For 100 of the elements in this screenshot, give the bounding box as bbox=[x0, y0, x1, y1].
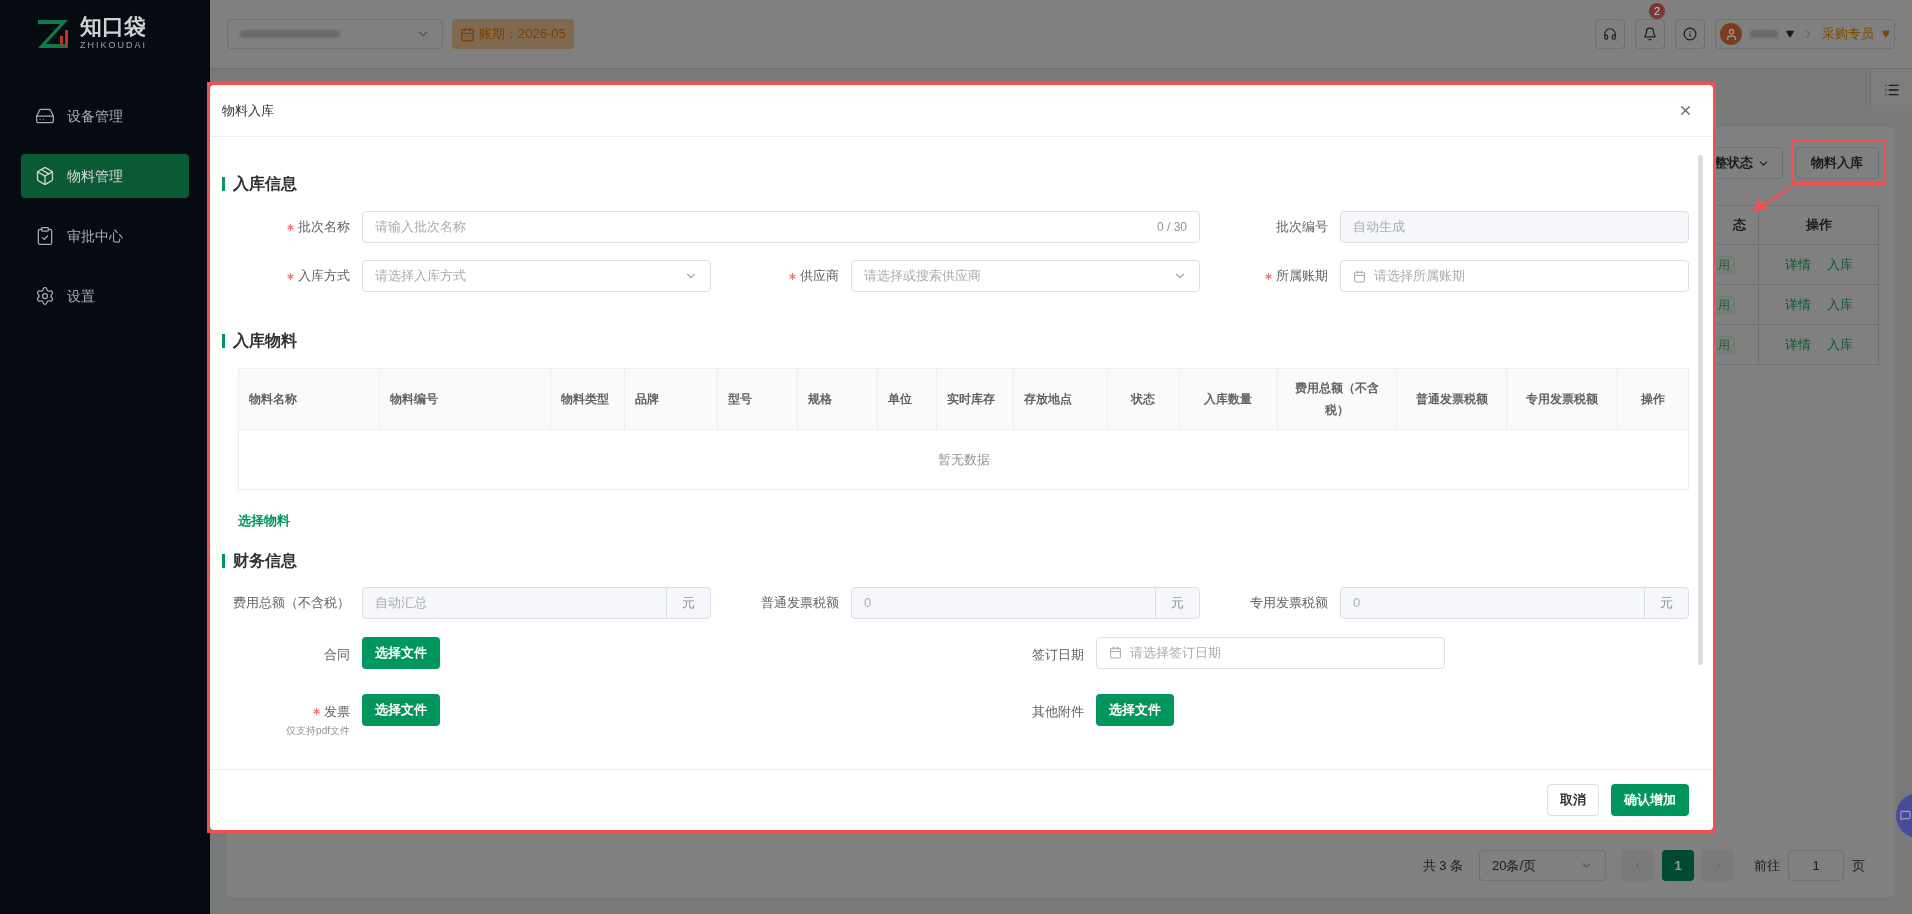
info-button[interactable] bbox=[1675, 19, 1705, 49]
select-field[interactable]: 请选择或搜索供应商 bbox=[851, 260, 1200, 292]
placeholder-text: 自动生成 bbox=[1353, 218, 1406, 237]
field-value: 0 bbox=[864, 593, 872, 612]
arrow-annotation bbox=[1753, 186, 1791, 212]
info-icon bbox=[1683, 27, 1697, 41]
confirm-button[interactable]: 确认增加 bbox=[1611, 784, 1689, 816]
placeholder-text: 请选择入库方式 bbox=[375, 267, 467, 286]
field-label: 所属账期 bbox=[1276, 267, 1328, 286]
date-field[interactable]: 请选择所属账期 bbox=[1340, 260, 1689, 292]
choose-file-button[interactable]: 选择文件 bbox=[1095, 693, 1174, 726]
headset-icon bbox=[1603, 27, 1617, 41]
field-label: 批次名称 bbox=[298, 218, 350, 237]
field-label: 发票 bbox=[324, 702, 350, 721]
sidebar-item[interactable]: 设备管理 bbox=[21, 94, 189, 138]
column-header: 费用总额（不含税） bbox=[1293, 380, 1380, 419]
dialog-title: 物料入库 bbox=[222, 101, 274, 120]
column-header: 存放地点 bbox=[1023, 391, 1072, 408]
notifications-button[interactable] bbox=[1635, 19, 1665, 49]
section-heading: 财务信息 bbox=[233, 550, 297, 571]
sidebar-item[interactable]: 设置 bbox=[21, 274, 189, 318]
list-button[interactable] bbox=[1870, 69, 1912, 111]
unit-suffix: 元 bbox=[666, 587, 710, 618]
settings-icon bbox=[35, 286, 55, 306]
column-header: 入库数量 bbox=[1204, 391, 1253, 408]
batch-name-field[interactable]: 请输入批次名称 0 / 30 bbox=[362, 211, 1200, 243]
field-label: 合同 bbox=[324, 645, 350, 664]
column-header: 规格 bbox=[808, 391, 833, 408]
field-hint: 仅支持pdf文件 bbox=[286, 725, 350, 737]
required-icon bbox=[789, 272, 796, 280]
column-header: 物料类型 bbox=[560, 391, 609, 408]
logo-subtitle: ZHIKOUDAI bbox=[80, 39, 147, 53]
empty-text: 暂无数据 bbox=[937, 450, 990, 469]
section-heading: 入库物料 bbox=[233, 331, 297, 351]
choose-file-button[interactable]: 选择文件 bbox=[362, 693, 440, 726]
column-header: 状态 bbox=[1131, 391, 1156, 408]
notification-badge: 2 bbox=[1649, 3, 1666, 19]
date-field[interactable]: 请选择签订日期 bbox=[1095, 636, 1445, 669]
placeholder-text: 请选择所属账期 bbox=[1374, 267, 1466, 286]
column-header: 品牌 bbox=[635, 391, 660, 408]
clipboard-icon bbox=[35, 226, 55, 246]
calendar-icon bbox=[1353, 269, 1366, 283]
cancel-button[interactable]: 取消 bbox=[1547, 784, 1599, 816]
column-header: 实时库存 bbox=[947, 391, 995, 408]
total-count: 共 3 条 bbox=[1422, 856, 1463, 875]
select-materials-link[interactable]: 选择物料 bbox=[238, 511, 290, 531]
action-link[interactable]: 入库 bbox=[1826, 294, 1853, 315]
field-label: 其他附件 bbox=[1031, 702, 1084, 721]
placeholder-text: 请选择签订日期 bbox=[1129, 643, 1222, 662]
goto-label: 前往 bbox=[1754, 856, 1780, 875]
headset-button[interactable] bbox=[1595, 19, 1625, 49]
package-icon bbox=[35, 166, 55, 186]
column-header: 操作 bbox=[1641, 391, 1666, 408]
chat-icon bbox=[1900, 810, 1911, 821]
section-marker bbox=[222, 177, 225, 191]
unit-suffix: 元 bbox=[1155, 587, 1199, 618]
field-label: 供应商 bbox=[800, 267, 839, 286]
section-heading: 入库信息 bbox=[233, 174, 297, 194]
column-header: 单位 bbox=[888, 391, 913, 408]
column-header: 物料编号 bbox=[389, 391, 438, 408]
action-link[interactable]: 入库 bbox=[1826, 254, 1853, 275]
field-label: 普通发票税额 bbox=[761, 593, 839, 612]
column-header: 型号 bbox=[728, 391, 753, 408]
role-menu[interactable]: 采购专员 bbox=[1822, 24, 1874, 44]
unit-suffix: 元 bbox=[1644, 587, 1688, 618]
calendar-icon bbox=[1108, 646, 1122, 659]
logo-text: 知口袋 bbox=[80, 15, 147, 40]
action-link[interactable]: 详情 bbox=[1784, 254, 1811, 275]
placeholder-text: 自动汇总 bbox=[375, 593, 428, 612]
action-link[interactable]: 详情 bbox=[1784, 334, 1811, 355]
material-inbound-button[interactable]: 物料入库 bbox=[1795, 147, 1879, 179]
period-text: 账期：2026-05 bbox=[479, 25, 566, 44]
required-icon bbox=[287, 223, 294, 231]
section-marker bbox=[222, 334, 225, 348]
field-label: 费用总额（不含税） bbox=[233, 593, 350, 612]
page-size-select[interactable]: 20条/页 bbox=[1479, 850, 1606, 881]
goto-page-input[interactable]: 1 bbox=[1788, 850, 1844, 881]
required-icon bbox=[1265, 272, 1272, 280]
sidebar-item[interactable]: 审批中心 bbox=[21, 214, 189, 258]
caret-icon bbox=[1882, 30, 1890, 38]
caret-icon bbox=[1786, 30, 1794, 38]
placeholder-text: 请输入批次名称 bbox=[375, 218, 467, 237]
required-icon bbox=[313, 707, 320, 715]
select-field[interactable]: 请选择入库方式 bbox=[362, 260, 711, 292]
page-button[interactable]: 1 bbox=[1662, 850, 1694, 881]
action-link[interactable]: 入库 bbox=[1826, 334, 1853, 355]
column-header: 普通发票税额 bbox=[1415, 391, 1488, 408]
goto-suffix: 页 bbox=[1852, 856, 1865, 875]
action-link[interactable]: 详情 bbox=[1784, 294, 1811, 315]
list-icon bbox=[1883, 82, 1900, 98]
required-icon bbox=[287, 272, 294, 280]
field-label: 专用发票税额 bbox=[1250, 593, 1328, 612]
column-header: 物料名称 bbox=[249, 391, 297, 408]
field-value: 0 bbox=[1353, 593, 1361, 612]
field-label: 入库方式 bbox=[298, 267, 350, 286]
section-marker bbox=[222, 553, 225, 568]
choose-file-button[interactable]: 选择文件 bbox=[362, 636, 440, 669]
field-label: 签订日期 bbox=[1031, 645, 1084, 664]
sidebar-item[interactable]: 物料管理 bbox=[21, 154, 189, 198]
char-counter: 0 / 30 bbox=[1156, 219, 1187, 235]
